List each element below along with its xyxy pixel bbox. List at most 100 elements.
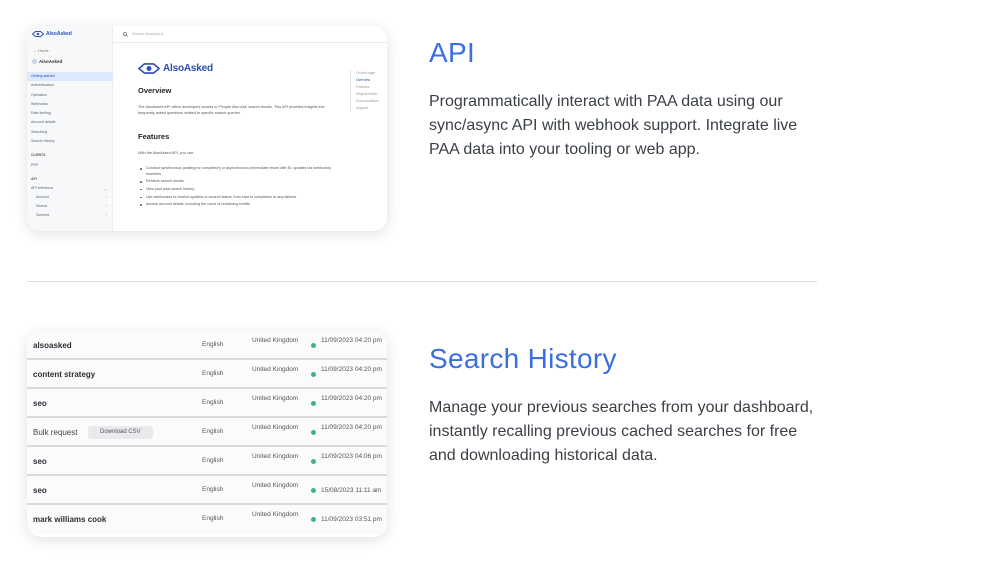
sidebar-item-account-details[interactable]: Account details bbox=[27, 118, 113, 127]
chevron-right-icon[interactable]: › bbox=[106, 212, 107, 217]
table-row[interactable]: Bulk request Download CSV English United… bbox=[27, 418, 387, 447]
search-language: English bbox=[202, 515, 224, 522]
features-intro: With the AlsoAsked API, you can: bbox=[138, 151, 195, 155]
search-country: United Kingdom bbox=[252, 511, 299, 518]
sidebar-item-getting-started[interactable]: Getting started bbox=[27, 72, 113, 82]
search-term[interactable]: Bulk request bbox=[33, 428, 77, 437]
search-language: English bbox=[202, 457, 224, 464]
home-link[interactable]: ← Home bbox=[33, 48, 49, 53]
api-section-description: Programmatically interact with PAA data … bbox=[429, 93, 798, 158]
docs-sidebar: AlsoAsked ← Home AlsoAsked Getting start… bbox=[27, 26, 113, 231]
status-dot-icon bbox=[311, 517, 316, 522]
search-history-section-title: Search History bbox=[429, 343, 617, 374]
sidebar-item-searching[interactable]: Searching bbox=[27, 128, 113, 137]
toc-item-documentation[interactable]: Documentation bbox=[356, 98, 379, 105]
eye-logo-icon bbox=[138, 63, 160, 74]
eye-logo-icon bbox=[32, 31, 44, 37]
chevron-right-icon[interactable]: › bbox=[106, 203, 107, 208]
sidebar-logo[interactable]: AlsoAsked bbox=[32, 31, 72, 37]
search-icon bbox=[123, 31, 128, 37]
search-date: 11/09/2023 04:20 pm bbox=[321, 424, 382, 431]
table-row[interactable]: seo English United Kingdom 11/09/2023 04… bbox=[27, 389, 387, 418]
sidebar-item-api-reference[interactable]: API reference bbox=[31, 186, 53, 190]
search-term[interactable]: seo bbox=[33, 486, 47, 495]
sidebar-item-operation[interactable]: Operation bbox=[27, 91, 113, 100]
table-row[interactable]: mark williams cook English United Kingdo… bbox=[27, 505, 387, 534]
search-country: United Kingdom bbox=[252, 395, 299, 402]
table-row[interactable]: alsoasked English United Kingdom 11/09/2… bbox=[27, 331, 387, 360]
search-country: United Kingdom bbox=[252, 482, 299, 489]
overview-heading: Overview bbox=[138, 86, 172, 95]
table-row[interactable]: seo English United Kingdom 11/09/2023 04… bbox=[27, 447, 387, 476]
section-divider bbox=[27, 281, 817, 282]
search-date: 11/09/2023 04:20 pm bbox=[321, 395, 382, 402]
on-this-page: On this page Overview Features Requireme… bbox=[350, 70, 379, 112]
features-list: Conduct synchronous (waiting for complet… bbox=[138, 166, 333, 210]
sidebar-brand-label: AlsoAsked bbox=[39, 59, 63, 64]
table-row[interactable]: seo English United Kingdom 15/08/2023 11… bbox=[27, 476, 387, 505]
docs-main: Search AlsoAsked... AlsoAsked Overview T… bbox=[113, 26, 387, 231]
chevron-down-icon[interactable]: ⌄ bbox=[104, 186, 107, 191]
status-dot-icon bbox=[311, 372, 316, 377]
features-heading: Features bbox=[138, 132, 170, 141]
status-dot-icon bbox=[311, 459, 316, 464]
search-history-screenshot: alsoasked English United Kingdom 11/09/2… bbox=[27, 331, 387, 537]
search-date: 15/08/2023 11:11 am bbox=[321, 487, 382, 494]
table-row[interactable]: content strategy English United Kingdom … bbox=[27, 360, 387, 389]
search-term[interactable]: content strategy bbox=[33, 370, 95, 379]
status-dot-icon bbox=[311, 343, 316, 348]
sidebar-item-webhooks[interactable]: Webhooks bbox=[27, 100, 113, 109]
toc-item-requirements[interactable]: Requirements bbox=[356, 91, 379, 98]
sidebar-group-api: API bbox=[31, 177, 37, 181]
docs-logo: AlsoAsked bbox=[138, 63, 213, 74]
search-language: English bbox=[202, 486, 224, 493]
search-term[interactable]: mark williams cook bbox=[33, 515, 106, 524]
sidebar-item-schema[interactable]: Schema bbox=[36, 213, 49, 217]
brand-avatar bbox=[32, 59, 37, 64]
list-item: Retrieve search results. bbox=[138, 179, 333, 185]
sidebar-logo-text: AlsoAsked bbox=[46, 31, 72, 37]
sidebar-item-php[interactable]: PHP bbox=[31, 163, 38, 167]
search-date: 11/09/2023 04:20 pm bbox=[321, 366, 382, 373]
toc-item-features[interactable]: Features bbox=[356, 84, 379, 91]
sidebar-item-rate-limiting[interactable]: Rate limiting bbox=[27, 109, 113, 118]
search-country: United Kingdom bbox=[252, 337, 299, 344]
list-item: View your past search history. bbox=[138, 187, 333, 193]
search-date: 11/09/2023 04:20 pm bbox=[321, 337, 382, 344]
api-docs-screenshot: AlsoAsked ← Home AlsoAsked Getting start… bbox=[27, 26, 387, 231]
status-dot-icon bbox=[311, 401, 316, 406]
overview-text: The AlsoAsked API offers developers acce… bbox=[138, 105, 325, 115]
sidebar-item-search[interactable]: Search bbox=[36, 204, 47, 208]
search-language: English bbox=[202, 370, 224, 377]
chevron-right-icon[interactable]: › bbox=[106, 194, 107, 199]
docs-search-bar[interactable]: Search AlsoAsked... bbox=[113, 26, 387, 43]
sidebar-group-clients: CLIENTS bbox=[31, 153, 46, 157]
sidebar-brand: AlsoAsked bbox=[32, 59, 62, 64]
search-placeholder: Search AlsoAsked... bbox=[132, 32, 166, 36]
search-language: English bbox=[202, 341, 224, 348]
search-term[interactable]: seo bbox=[33, 457, 47, 466]
sidebar-item-account[interactable]: Account bbox=[36, 195, 49, 199]
toc-item-support[interactable]: Support bbox=[356, 105, 379, 112]
list-item: Access account details, including the co… bbox=[138, 202, 333, 208]
search-country: United Kingdom bbox=[252, 366, 299, 373]
search-term[interactable]: alsoasked bbox=[33, 341, 72, 350]
search-country: United Kingdom bbox=[252, 453, 299, 460]
api-section-title: API bbox=[429, 37, 476, 68]
download-csv-button[interactable]: Download CSV bbox=[88, 426, 153, 439]
on-this-page-title: On this page bbox=[356, 71, 376, 75]
sidebar-item-authentication[interactable]: Authentication bbox=[27, 81, 113, 90]
sidebar-nav: Getting started Authentication Operation… bbox=[27, 72, 113, 146]
search-language: English bbox=[202, 399, 224, 406]
toc-item-overview[interactable]: Overview bbox=[356, 77, 379, 84]
status-dot-icon bbox=[311, 430, 316, 435]
sidebar-item-search-history[interactable]: Search History bbox=[27, 137, 113, 146]
docs-logo-text: AlsoAsked bbox=[163, 63, 213, 74]
search-date: 11/09/2023 04:06 pm bbox=[321, 453, 382, 460]
search-country: United Kingdom bbox=[252, 424, 299, 431]
search-history-section-description: Manage your previous searches from your … bbox=[429, 399, 814, 464]
list-item: Conduct synchronous (waiting for complet… bbox=[138, 166, 333, 177]
search-term[interactable]: seo bbox=[33, 399, 47, 408]
status-dot-icon bbox=[311, 488, 316, 493]
search-language: English bbox=[202, 428, 224, 435]
